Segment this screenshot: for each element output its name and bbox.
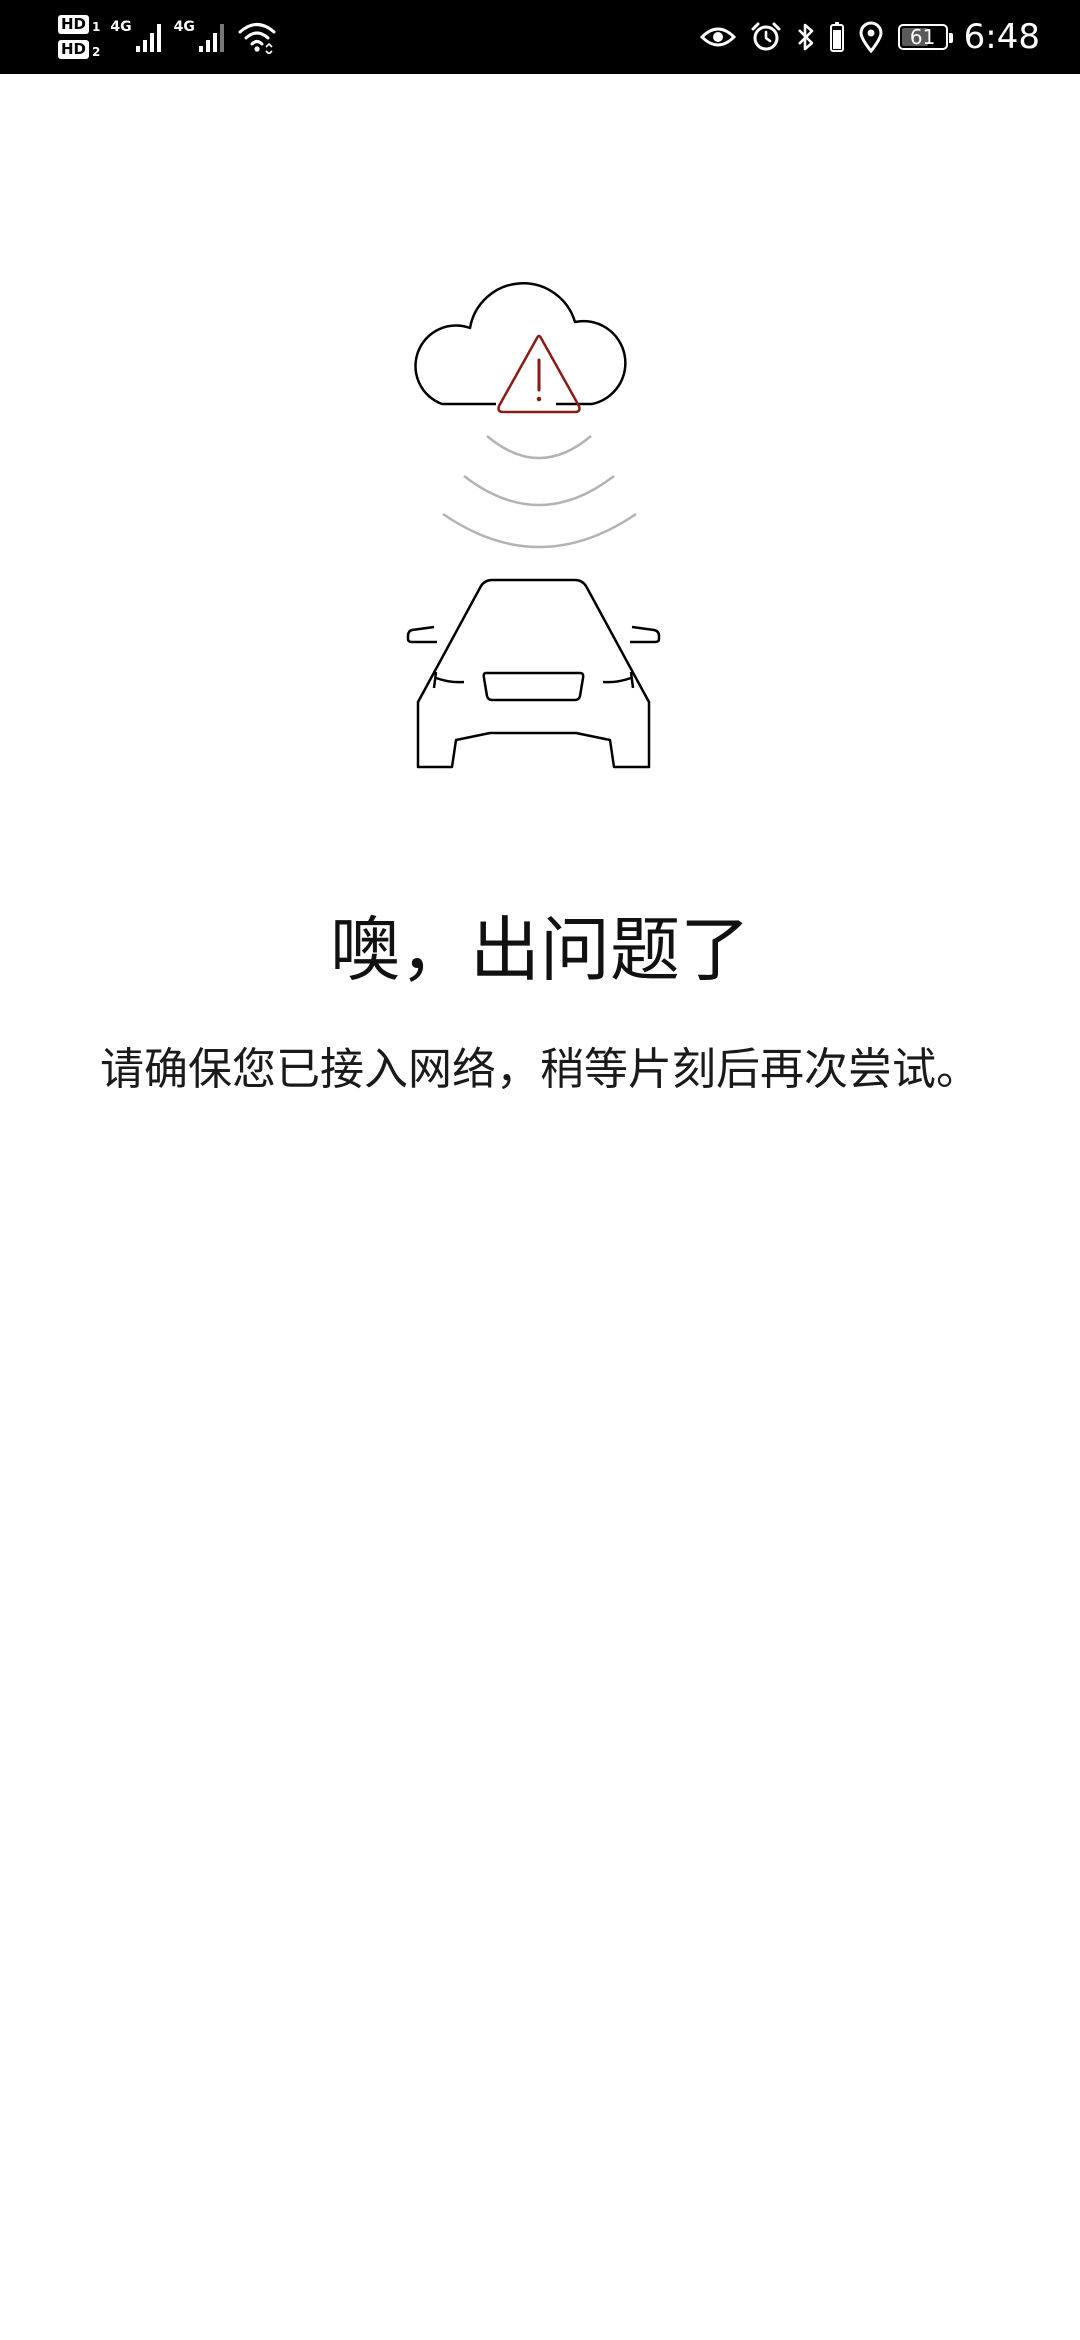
cloud-icon [414,282,627,406]
location-icon [859,21,883,53]
hd-index-2: 2 [92,45,101,59]
connection-error-illustration [406,282,661,769]
battery-icon: 61 [897,24,953,50]
network-type-2: 4G [173,19,195,35]
error-title: 噢，出问题了 [330,909,750,991]
sim1-indicator: HD 1 [58,15,100,34]
signal-group-1: 4G [110,19,165,54]
sim-indicators: HD 1 HD 2 [58,15,100,59]
status-bar-left: HD 1 HD 2 4G 4G [58,0,277,74]
signal-waves [442,435,637,549]
battery-nub [948,33,953,43]
error-message: 请确保您已接入网络，稍等片刻后再次尝试。 [100,1044,980,1095]
bluetooth-icon [797,23,813,51]
eye-comfort-icon [699,27,736,47]
signal-icon [135,24,161,52]
alarm-icon [751,22,781,51]
status-bar: HD 1 HD 2 4G 4G 61 6:48 [0,0,1080,74]
warning-icon [497,334,581,414]
signal-icon [198,24,224,52]
battery-percent: 61 [909,25,936,49]
vibrate-battery-icon [829,22,844,52]
car-icon [406,578,661,769]
hd-badge-2: HD [58,40,90,59]
signal-group-2: 4G [173,19,229,54]
wifi-icon [238,23,276,54]
network-type-1: 4G [110,19,132,35]
hd-index-1: 1 [92,20,101,34]
clock: 6:48 [963,17,1040,57]
sim2-indicator: HD 2 [58,40,100,59]
status-bar-right: 61 6:48 [699,0,1040,74]
hd-badge-1: HD [58,15,90,34]
